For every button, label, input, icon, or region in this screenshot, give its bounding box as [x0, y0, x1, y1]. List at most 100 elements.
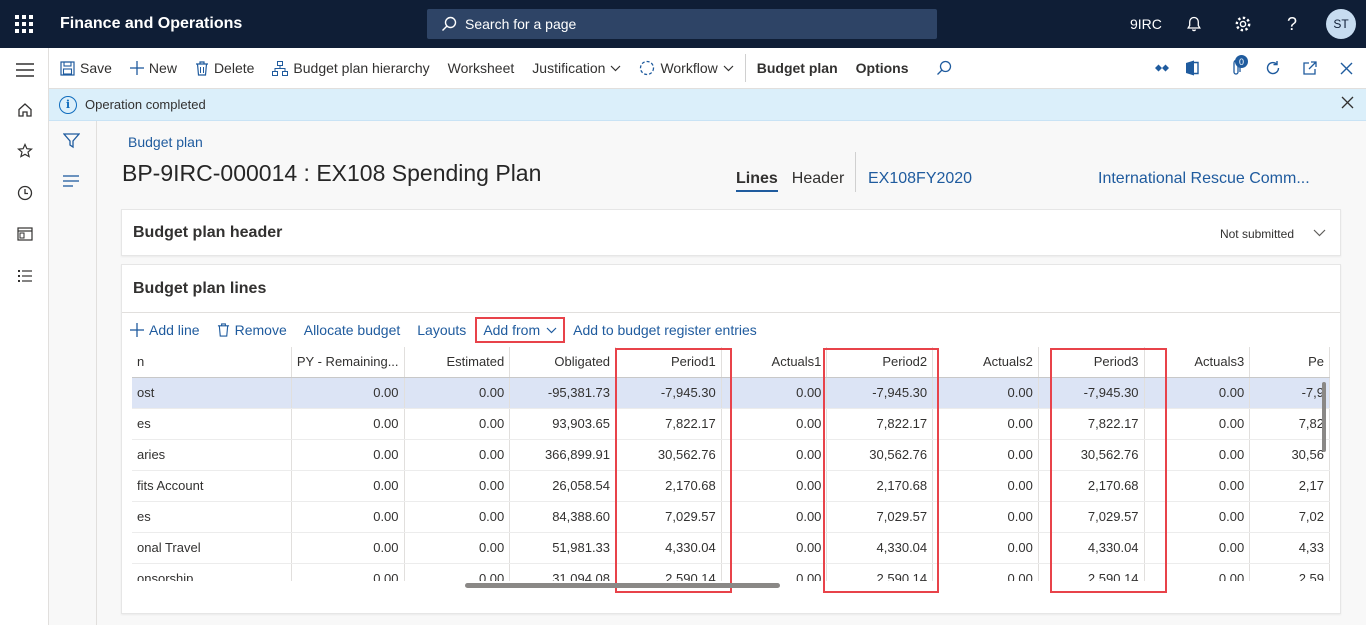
table-cell[interactable]: onsorship	[132, 563, 292, 581]
table-cell[interactable]: fits Account	[132, 470, 292, 502]
related-info-icon[interactable]	[63, 174, 79, 190]
allocate-budget-button[interactable]: Allocate budget	[304, 322, 401, 338]
table-cell[interactable]: 2,59	[1249, 563, 1330, 581]
chevron-down-icon[interactable]	[1313, 229, 1326, 237]
favorites-star-icon[interactable]	[15, 141, 35, 161]
table-cell[interactable]: 0.00	[291, 532, 405, 564]
table-cell[interactable]: 0.00	[404, 470, 511, 502]
table-cell[interactable]: 0.00	[291, 439, 405, 471]
organization-link[interactable]: International Rescue Comm...	[1098, 170, 1310, 188]
home-icon[interactable]	[15, 100, 35, 120]
table-cell[interactable]: 0.00	[721, 532, 828, 564]
table-cell[interactable]: 0.00	[404, 408, 511, 440]
gear-icon[interactable]	[1231, 12, 1255, 36]
table-cell[interactable]: 0.00	[291, 563, 405, 581]
column-header[interactable]: n	[132, 347, 292, 378]
table-cell[interactable]: 0.00	[291, 377, 405, 409]
breadcrumb[interactable]: Budget plan	[128, 134, 203, 150]
worksheet-button[interactable]: Worksheet	[439, 48, 524, 89]
vertical-scrollbar[interactable]	[1322, 382, 1326, 452]
table-cell[interactable]: 7,02	[1249, 501, 1330, 533]
table-cell[interactable]: 0.00	[721, 439, 828, 471]
table-cell[interactable]: -7,9	[1249, 377, 1330, 409]
table-cell[interactable]: 0.00	[404, 439, 511, 471]
table-cell[interactable]: 0.00	[721, 377, 828, 409]
modules-list-icon[interactable]	[15, 266, 35, 286]
table-cell[interactable]: 0.00	[404, 501, 511, 533]
table-cell[interactable]: onal Travel	[132, 532, 292, 564]
add-line-button[interactable]: Add line	[130, 322, 200, 338]
add-from-menu[interactable]: Add from	[475, 317, 566, 343]
tab-lines[interactable]: Lines	[736, 170, 778, 192]
table-cell[interactable]: es	[132, 501, 292, 533]
table-cell[interactable]: 0.00	[404, 377, 511, 409]
new-button[interactable]: New	[121, 48, 186, 89]
company-selector[interactable]: 9IRC	[1130, 16, 1162, 32]
table-cell[interactable]: 0.00	[932, 501, 1039, 533]
tab-header[interactable]: Header	[792, 170, 844, 192]
table-cell[interactable]: 4,33	[1249, 532, 1330, 564]
table-cell[interactable]: -95,381.73	[509, 377, 617, 409]
column-header[interactable]: Actuals1	[721, 347, 828, 378]
help-icon[interactable]: ?	[1280, 12, 1304, 36]
table-cell[interactable]: 2,17	[1249, 470, 1330, 502]
table-cell[interactable]: 0.00	[932, 563, 1039, 581]
table-cell[interactable]: 0.00	[291, 470, 405, 502]
table-cell[interactable]: es	[132, 408, 292, 440]
table-cell[interactable]: 30,56	[1249, 439, 1330, 471]
add-to-budget-register-button[interactable]: Add to budget register entries	[573, 322, 757, 338]
attachments-icon[interactable]: 0	[1226, 55, 1248, 78]
office-icon[interactable]	[1182, 58, 1202, 78]
layouts-button[interactable]: Layouts	[417, 322, 466, 338]
filter-icon[interactable]	[62, 133, 81, 152]
table-cell[interactable]: 0.00	[404, 563, 511, 581]
power-apps-icon[interactable]	[1152, 58, 1172, 78]
remove-button[interactable]: Remove	[217, 322, 287, 338]
table-cell[interactable]: ost	[132, 377, 292, 409]
table-cell[interactable]: 0.00	[932, 408, 1039, 440]
table-cell[interactable]: aries	[132, 439, 292, 471]
avatar[interactable]: ST	[1326, 9, 1356, 39]
column-header[interactable]: Actuals2	[932, 347, 1039, 378]
options-tab[interactable]: Options	[847, 48, 918, 89]
column-header[interactable]: Obligated	[509, 347, 617, 378]
table-cell[interactable]: 84,388.60	[509, 501, 617, 533]
table-cell[interactable]: 93,903.65	[509, 408, 617, 440]
table-cell[interactable]: 0.00	[404, 532, 511, 564]
refresh-icon[interactable]	[1263, 58, 1283, 78]
hamburger-menu-icon[interactable]	[15, 60, 35, 80]
delete-button[interactable]: Delete	[186, 48, 263, 89]
save-button[interactable]: Save	[49, 48, 121, 89]
bell-icon[interactable]	[1182, 12, 1206, 36]
budget-plan-header-card[interactable]: Budget plan header Not submitted	[121, 209, 1341, 256]
budget-plan-tab[interactable]: Budget plan	[748, 48, 847, 89]
table-cell[interactable]: 51,981.33	[509, 532, 617, 564]
app-title[interactable]: Finance and Operations	[60, 15, 426, 33]
horizontal-scrollbar[interactable]	[465, 583, 780, 588]
column-header[interactable]: PY - Remaining...	[291, 347, 405, 378]
table-cell[interactable]: 0.00	[932, 439, 1039, 471]
table-cell[interactable]: 0.00	[932, 377, 1039, 409]
recent-clock-icon[interactable]	[15, 183, 35, 203]
search-input[interactable]: Search for a page	[427, 9, 937, 39]
justification-menu[interactable]: Justification	[523, 48, 630, 89]
action-search-button[interactable]	[918, 48, 966, 89]
table-cell[interactable]: 0.00	[721, 501, 828, 533]
table-cell[interactable]: 0.00	[291, 501, 405, 533]
table-cell[interactable]: 0.00	[932, 532, 1039, 564]
table-cell[interactable]: 366,899.91	[509, 439, 617, 471]
table-cell[interactable]: 26,058.54	[509, 470, 617, 502]
app-launcher-icon[interactable]	[0, 0, 48, 48]
workflow-menu[interactable]: Workflow	[630, 48, 742, 89]
table-cell[interactable]: 7,82	[1249, 408, 1330, 440]
table-cell[interactable]: 0.00	[721, 408, 828, 440]
open-new-window-icon[interactable]	[1300, 58, 1320, 78]
table-cell[interactable]: 0.00	[721, 563, 828, 581]
close-icon[interactable]	[1341, 96, 1354, 109]
table-cell[interactable]: 31,094.08	[509, 563, 617, 581]
workspaces-icon[interactable]	[15, 224, 35, 244]
table-cell[interactable]: 0.00	[291, 408, 405, 440]
close-page-icon[interactable]	[1336, 58, 1356, 78]
column-header[interactable]: Pe	[1249, 347, 1330, 378]
fiscal-year-link[interactable]: EX108FY2020	[868, 170, 972, 188]
